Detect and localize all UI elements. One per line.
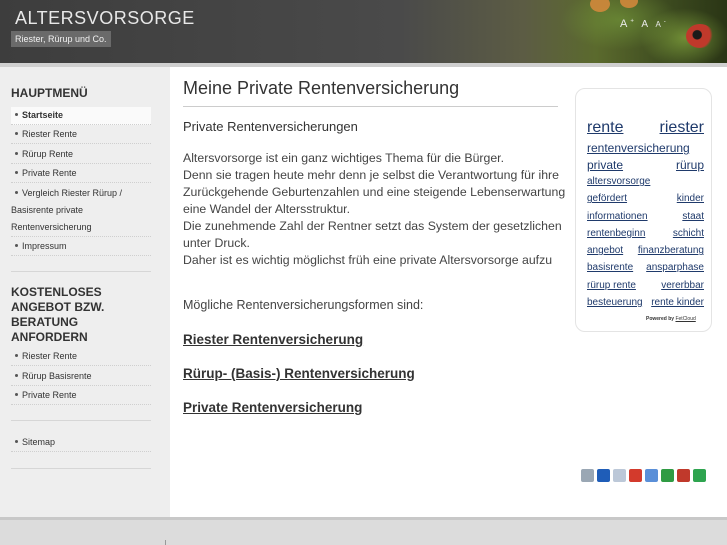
- tag-row: besteuerung rente kinder: [587, 295, 704, 311]
- tag-link[interactable]: ansparphase: [646, 260, 704, 276]
- tag-link[interactable]: rürup rente: [587, 278, 636, 294]
- tag-row: gefördert kinder: [587, 191, 704, 207]
- linkarena-icon[interactable]: [693, 469, 706, 482]
- tag-cloud: rente riester rentenversicherung private rür…: [575, 88, 712, 332]
- yahoo-icon[interactable]: [629, 469, 642, 482]
- sidebar-item-offer-ruerup[interactable]: Rürup Basisrente: [11, 368, 151, 386]
- tag-link[interactable]: private: [587, 157, 623, 173]
- bullet-icon: [15, 171, 18, 175]
- paragraph-line: unter Druck.: [183, 236, 250, 250]
- sidebar-divider: [11, 468, 151, 469]
- tag-row: basisrente ansparphase: [587, 260, 704, 276]
- sidebar-item-private-rente[interactable]: Private Rente: [11, 165, 151, 183]
- paragraph-line: Denn sie tragen heute mehr denn je selbs…: [183, 168, 559, 182]
- mrwong-icon[interactable]: [677, 469, 690, 482]
- tag-link[interactable]: altersvorsorge: [587, 174, 650, 190]
- main-menu-heading: HAUPTMENÜ: [11, 86, 88, 100]
- tag-cloud-powered-by: Powered by FetCloud: [646, 316, 696, 322]
- bullet-icon: [15, 393, 18, 397]
- tag-link[interactable]: rürup: [676, 157, 704, 173]
- header: ALTERSVORSORGE Riester, Rürup und Co. A +…: [0, 0, 727, 63]
- tag-row: rentenbeginn schicht: [587, 226, 704, 242]
- bullet-icon: [15, 152, 18, 156]
- powered-by-link[interactable]: FetCloud: [675, 316, 695, 322]
- tag-link[interactable]: rentenversicherung: [587, 140, 690, 156]
- sidebar-item-startseite[interactable]: Startseite: [11, 107, 151, 125]
- offer-heading: KOSTENLOSES ANGEBOT BZW. BERATUNG ANFORD…: [11, 285, 105, 344]
- google-icon[interactable]: [645, 469, 658, 482]
- sidebar-item-ruerup-rente[interactable]: Rürup Rente: [11, 146, 151, 164]
- sidebar-item-offer-private[interactable]: Private Rente: [11, 387, 151, 405]
- footer: [0, 517, 727, 545]
- tag-link[interactable]: gefördert: [587, 191, 627, 207]
- bullet-icon: [15, 354, 18, 358]
- font-larger-button[interactable]: A +: [620, 18, 634, 30]
- bullet-icon: [15, 191, 18, 195]
- page-title: Meine Private Rentenversicherung: [183, 78, 460, 98]
- tag-row: angebot finanzberatung: [587, 243, 704, 259]
- tag-link[interactable]: rente kinder: [651, 295, 704, 311]
- link-riester-rentenversicherung[interactable]: Riester Rentenversicherung: [183, 332, 363, 347]
- link-ruerup-rentenversicherung[interactable]: Rürup- (Basis-) Rentenversicherung: [183, 366, 415, 381]
- delicious-icon[interactable]: [597, 469, 610, 482]
- font-size-controls: A + A A-: [620, 14, 669, 32]
- title-divider: [183, 106, 558, 107]
- tag-link[interactable]: vererbbar: [661, 278, 704, 294]
- tag-link[interactable]: angebot: [587, 243, 623, 259]
- tag-cloud-list: rente riester rentenversicherung private rür…: [587, 119, 704, 311]
- sidebar-item-impressum[interactable]: Impressum: [11, 238, 151, 256]
- site-subtitle: Riester, Rürup und Co.: [11, 31, 111, 47]
- bullet-icon: [15, 440, 18, 444]
- font-reset-button[interactable]: A: [641, 19, 648, 30]
- tag-link[interactable]: rente: [587, 119, 623, 137]
- sidebar-divider: [11, 420, 151, 421]
- tag-link[interactable]: rentenbeginn: [587, 226, 645, 242]
- sidebar: HAUPTMENÜ Startseite Riester Rente Rürup…: [0, 67, 170, 517]
- tag-link[interactable]: informationen: [587, 209, 648, 225]
- sidebar-item-vergleich[interactable]: Vergleich Riester Rürup / Basisrente pri…: [11, 185, 151, 237]
- forms-intro-text: Mögliche Rentenversicherungsformen sind:: [183, 298, 424, 312]
- tag-row: rente riester: [587, 119, 704, 137]
- sidebar-item-sitemap[interactable]: Sitemap: [11, 434, 151, 452]
- intro-paragraph: Altersvorsorge ist ein ganz wichtiges Th…: [183, 150, 575, 270]
- tag-link[interactable]: basisrente: [587, 260, 633, 276]
- paragraph-line: eine Wandel der Altersstruktur.: [183, 202, 350, 216]
- tag-link[interactable]: staat: [682, 209, 704, 225]
- paragraph-line: Daher ist es wichtig möglichst früh eine…: [183, 253, 553, 267]
- paragraph-line: Altersvorsorge ist ein ganz wichtiges Th…: [183, 151, 505, 165]
- tag-row: altersvorsorge: [587, 174, 704, 190]
- tag-row: private rürup: [587, 157, 704, 173]
- digg-icon[interactable]: [581, 469, 594, 482]
- stumbleupon-icon[interactable]: [661, 469, 674, 482]
- paragraph-line: Zurückgehende Geburtenzahlen und eine st…: [183, 185, 566, 199]
- tag-link[interactable]: finanzberatung: [638, 243, 704, 259]
- sidebar-divider: [11, 271, 151, 272]
- sidebar-item-riester-rente[interactable]: Riester Rente: [11, 126, 151, 144]
- tag-link[interactable]: besteuerung: [587, 295, 643, 311]
- sidebar-item-offer-riester[interactable]: Riester Rente: [11, 348, 151, 366]
- footer-divider: [165, 540, 166, 545]
- page-subtitle: Private Rentenversicherungen: [183, 119, 358, 134]
- link-private-rentenversicherung[interactable]: Private Rentenversicherung: [183, 400, 362, 415]
- bullet-icon: [15, 244, 18, 248]
- tag-row: rentenversicherung: [587, 140, 704, 156]
- font-smaller-button[interactable]: A-: [655, 19, 665, 29]
- tag-row: rürup rente vererbbar: [587, 278, 704, 294]
- tag-link[interactable]: schicht: [673, 226, 704, 242]
- paragraph-line: Die zunehmende Zahl der Rentner setzt da…: [183, 219, 562, 233]
- site-title[interactable]: ALTERSVORSORGE: [15, 8, 195, 29]
- bullet-icon: [15, 132, 18, 136]
- bullet-icon: [15, 113, 18, 117]
- frog-eye-graphic: [686, 24, 714, 48]
- bullet-icon: [15, 374, 18, 378]
- tag-row: informationen staat: [587, 209, 704, 225]
- page: ALTERSVORSORGE Riester, Rürup und Co. A +…: [0, 0, 727, 545]
- tag-link[interactable]: riester: [660, 119, 704, 137]
- tag-link[interactable]: kinder: [677, 191, 704, 207]
- reddit-icon[interactable]: [613, 469, 626, 482]
